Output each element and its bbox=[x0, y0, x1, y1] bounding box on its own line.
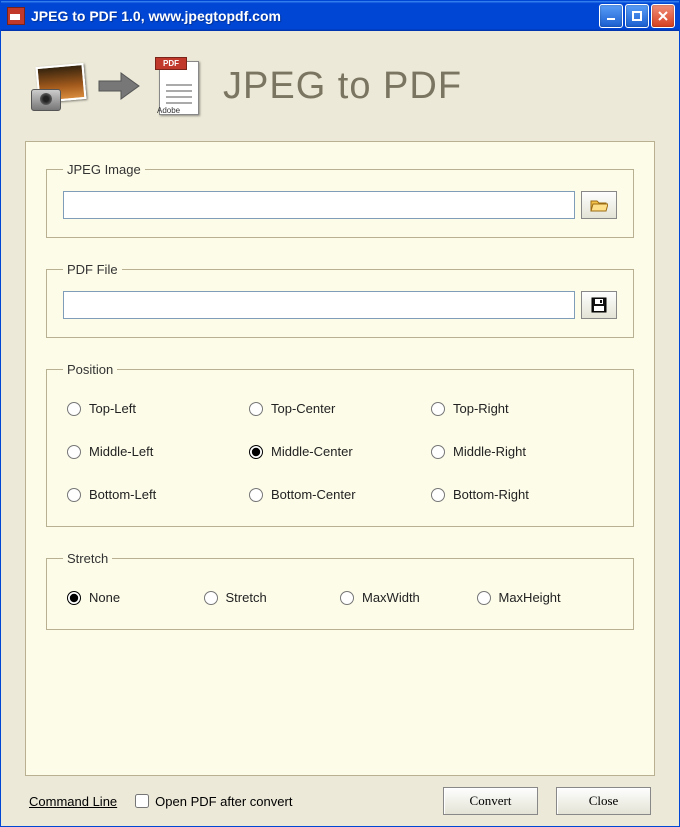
radio-top-center[interactable]: Top-Center bbox=[249, 401, 431, 416]
radio-label: Top-Left bbox=[89, 401, 136, 416]
arrow-right-icon bbox=[97, 71, 141, 101]
app-window: JPEG to PDF 1.0, www.jpegtopdf.com PDF bbox=[0, 0, 680, 827]
radio-label: None bbox=[89, 590, 120, 605]
group-position-legend: Position bbox=[63, 362, 117, 377]
radio-label: Stretch bbox=[226, 590, 267, 605]
radio-middle-left[interactable]: Middle-Left bbox=[67, 444, 249, 459]
titlebar: JPEG to PDF 1.0, www.jpegtopdf.com bbox=[1, 1, 679, 31]
close-icon bbox=[657, 10, 669, 22]
radio-stretch-maxwidth[interactable]: MaxWidth bbox=[340, 590, 477, 605]
radio-top-right[interactable]: Top-Right bbox=[431, 401, 613, 416]
main-panel: JPEG Image PDF File bbox=[25, 141, 655, 776]
close-button[interactable]: Close bbox=[556, 787, 651, 815]
radio-stretch-maxheight[interactable]: MaxHeight bbox=[477, 590, 614, 605]
radio-label: MaxWidth bbox=[362, 590, 420, 605]
group-jpeg-legend: JPEG Image bbox=[63, 162, 145, 177]
group-stretch-legend: Stretch bbox=[63, 551, 112, 566]
command-line-link[interactable]: Command Line bbox=[29, 794, 117, 809]
radio-label: Middle-Center bbox=[271, 444, 353, 459]
group-jpeg: JPEG Image bbox=[46, 162, 634, 238]
group-pdf-legend: PDF File bbox=[63, 262, 122, 277]
photo-icon bbox=[31, 65, 83, 107]
radio-bottom-left[interactable]: Bottom-Left bbox=[67, 487, 249, 502]
header: PDF Adobe JPEG to PDF bbox=[1, 31, 679, 131]
pdf-brand: Adobe bbox=[157, 106, 180, 115]
radio-label: Middle-Left bbox=[89, 444, 153, 459]
jpeg-path-input[interactable] bbox=[63, 191, 575, 219]
group-pdf: PDF File bbox=[46, 262, 634, 338]
radio-top-left[interactable]: Top-Left bbox=[67, 401, 249, 416]
open-after-checkbox[interactable]: Open PDF after convert bbox=[135, 794, 292, 809]
radio-stretch-stretch[interactable]: Stretch bbox=[204, 590, 341, 605]
radio-label: Middle-Right bbox=[453, 444, 526, 459]
open-after-label: Open PDF after convert bbox=[155, 794, 292, 809]
minimize-icon bbox=[605, 10, 617, 22]
radio-bottom-center[interactable]: Bottom-Center bbox=[249, 487, 431, 502]
radio-label: MaxHeight bbox=[499, 590, 561, 605]
header-icons: PDF Adobe bbox=[31, 57, 203, 115]
radio-label: Bottom-Center bbox=[271, 487, 356, 502]
maximize-icon bbox=[631, 10, 643, 22]
client-area: PDF Adobe JPEG to PDF JPEG Image bbox=[1, 31, 679, 826]
maximize-button[interactable] bbox=[625, 4, 649, 28]
group-stretch: Stretch None Stretch MaxWidth MaxHeight bbox=[46, 551, 634, 630]
radio-label: Bottom-Left bbox=[89, 487, 156, 502]
minimize-button[interactable] bbox=[599, 4, 623, 28]
pdf-badge: PDF bbox=[155, 57, 187, 70]
footer: Command Line Open PDF after convert Conv… bbox=[1, 776, 679, 826]
browse-jpeg-button[interactable] bbox=[581, 191, 617, 219]
open-after-input[interactable] bbox=[135, 794, 149, 808]
radio-stretch-none[interactable]: None bbox=[67, 590, 204, 605]
radio-bottom-right[interactable]: Bottom-Right bbox=[431, 487, 613, 502]
convert-button[interactable]: Convert bbox=[443, 787, 538, 815]
pdf-icon: PDF Adobe bbox=[155, 57, 203, 115]
floppy-save-icon bbox=[591, 297, 607, 313]
app-title: JPEG to PDF bbox=[223, 65, 649, 108]
app-icon bbox=[7, 7, 25, 25]
radio-label: Top-Right bbox=[453, 401, 509, 416]
radio-middle-center[interactable]: Middle-Center bbox=[249, 444, 431, 459]
save-pdf-button[interactable] bbox=[581, 291, 617, 319]
folder-open-icon bbox=[590, 198, 608, 212]
group-position: Position Top-Left Top-Center Top-Right M… bbox=[46, 362, 634, 527]
close-window-button[interactable] bbox=[651, 4, 675, 28]
radio-label: Bottom-Right bbox=[453, 487, 529, 502]
window-title: JPEG to PDF 1.0, www.jpegtopdf.com bbox=[31, 8, 597, 24]
radio-label: Top-Center bbox=[271, 401, 335, 416]
pdf-path-input[interactable] bbox=[63, 291, 575, 319]
radio-middle-right[interactable]: Middle-Right bbox=[431, 444, 613, 459]
